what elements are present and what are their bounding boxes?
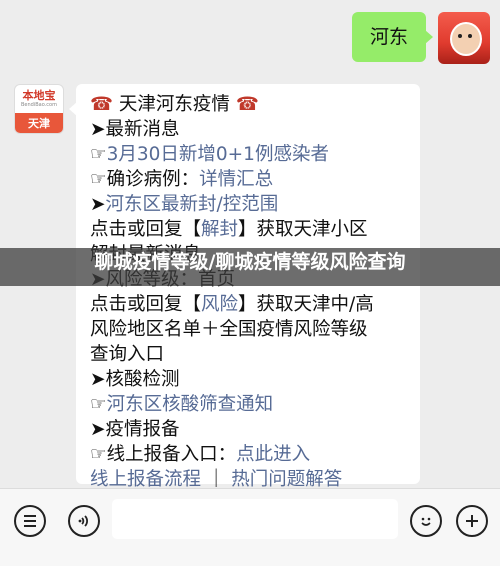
message-link[interactable]: 详情汇总 [199,169,273,190]
avatar-face [450,22,482,56]
avatar-eye-right [468,34,472,38]
emoji-icon[interactable] [410,505,442,537]
chat-input-bar [0,488,500,566]
bot-message-line: ☎ 天津河东疫情 ☎ [90,92,406,117]
message-link[interactable]: 3月30日新增0+1例感染者 [107,144,329,165]
message-link[interactable]: 河东区最新封/控范围 [106,194,279,215]
message-text: 】获取天津中/高 [238,294,374,315]
user-message-text: 河东 [369,26,408,48]
message-link[interactable]: 点此进入 [236,444,310,465]
bot-message-line: 点击或回复【风险】获取天津中/高 [90,292,406,317]
user-message-row: 河东 [351,12,490,64]
message-text: 点击或回复【 [90,219,202,240]
message-text: ☞ [90,394,107,415]
message-link[interactable]: 热门问题解答 [231,469,342,490]
voice-icon[interactable] [68,505,100,537]
bot-message-line: 风险地区名单＋全国疫情风险等级 [90,317,406,342]
message-link[interactable]: 线上报备流程 [90,469,201,490]
bot-logo-sub: BendiBao.com [21,102,57,108]
bot-message-line: ☞确诊病例：详情汇总 [90,167,406,192]
message-text: 风险地区名单＋全国疫情风险等级 [90,319,368,340]
message-text: ➤最新消息 [90,119,180,140]
plus-icon[interactable] [456,505,488,537]
message-link[interactable]: 风险 [201,294,238,315]
message-text: 点击或回复【 [90,294,202,315]
user-message-bubble[interactable]: 河东 [351,12,434,62]
bot-message-line: ➤核酸检测 [90,367,406,392]
message-input[interactable] [112,499,398,539]
phone-icon: ☎ [90,94,114,115]
message-text: ☞ [90,144,107,165]
message-text: ｜ [201,469,232,490]
avatar-eye-left [458,34,462,38]
message-text: ☞线上报备入口： [90,444,237,465]
watermark-banner: 聊城疫情等级/聊城疫情等级风险查询 [0,248,500,286]
message-text: ➤疫情报备 [90,419,180,440]
bot-message-line: ➤最新消息 [90,117,406,142]
bot-message-line: ☞河东区核酸筛查通知 [90,392,406,417]
bot-message-line: ➤河东区最新封/控范围 [90,192,406,217]
bot-message-line: 点击或回复【解封】获取天津小区 [90,217,406,242]
bot-logo-city: 天津 [15,113,63,133]
bot-message-line: 查询入口 [90,342,406,367]
bot-message-line: ☞3月30日新增0+1例感染者 [90,142,406,167]
bot-message-line: ➤疫情报备 [90,417,406,442]
message-text: ➤ [90,194,106,215]
menu-list-icon[interactable] [14,505,46,537]
bot-logo-brand: 本地宝 [22,89,56,102]
message-text: ➤核酸检测 [90,369,180,390]
bot-logo: 本地宝 BendiBao.com [15,85,63,113]
phone-icon: ☎ [235,94,259,115]
message-text: ☞确诊病例： [90,169,200,190]
bot-message-line: ☞线上报备入口：点此进入 [90,442,406,467]
message-text: 】获取天津小区 [238,219,368,240]
bot-avatar[interactable]: 本地宝 BendiBao.com 天津 [14,84,64,134]
message-text: 查询入口 [90,344,165,365]
message-text: 天津河东疫情 [113,94,236,115]
message-link[interactable]: 河东区核酸筛查通知 [107,394,274,415]
user-avatar[interactable] [438,12,490,64]
message-link[interactable]: 解封 [201,219,238,240]
